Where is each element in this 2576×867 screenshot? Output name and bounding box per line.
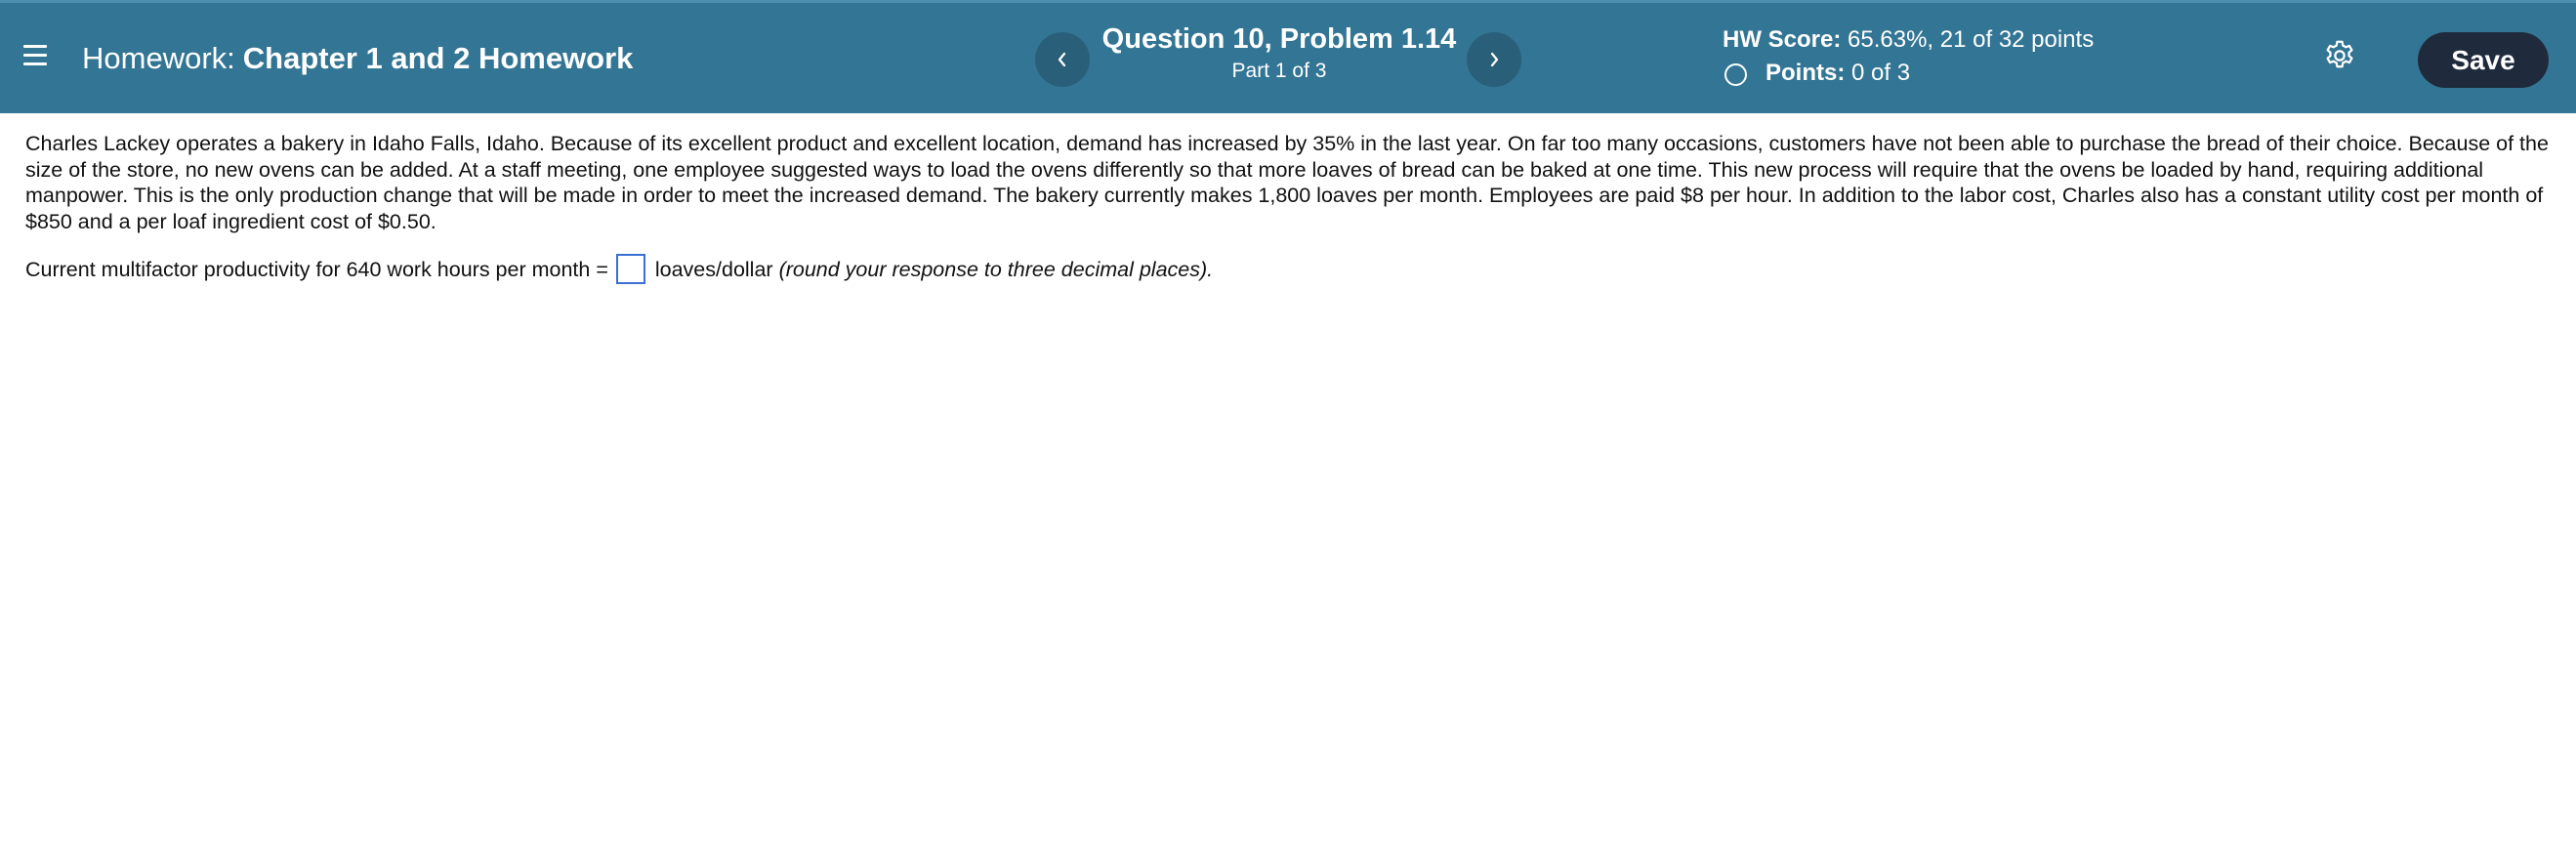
circle-outline-icon [1724,63,1747,86]
question-part: Part 1 of 3 [1231,60,1327,82]
hw-score-value: 65.63%, 21 of 32 points [1848,26,2095,53]
previous-question-button[interactable] [1035,32,1090,87]
gear-icon [2326,40,2353,68]
points-value: 0 of 3 [1851,60,1911,86]
answer-line: Current multifactor productivity for 640… [25,253,2564,286]
hw-score-label: HW Score: [1723,26,1842,53]
save-button[interactable]: Save [2418,32,2549,88]
homework-title: Homework: Chapter 1 and 2 Homework [82,39,633,78]
hw-score-row: HW Score: 65.63%, 21 of 32 points [1723,23,2094,57]
chevron-right-icon [1490,52,1499,67]
answer-hint: (round your response to three decimal pl… [778,258,1214,281]
points-row: Points: 0 of 3 [1723,57,2094,90]
next-question-button[interactable] [1467,32,1521,87]
answer-unit: loaves/dollar [654,258,773,281]
homework-name: Chapter 1 and 2 Homework [242,41,634,75]
points-label: Points: [1766,60,1846,86]
question-title: Question 10, Problem 1.14 [1101,23,1457,55]
question-content: Charles Lackey operates a bakery in Idah… [25,131,2564,286]
question-info: Question 10, Problem 1.14 Part 1 of 3 [1094,21,1465,85]
answer-prefix: Current multifactor productivity for 640… [25,258,608,281]
settings-button[interactable] [2322,38,2357,73]
homework-prefix: Homework: [82,41,235,75]
header-bar: Homework: Chapter 1 and 2 Homework Questi… [0,0,2576,113]
hamburger-menu-icon[interactable] [18,38,53,73]
score-block: HW Score: 65.63%, 21 of 32 points Points… [1723,23,2094,90]
chevron-left-icon [1058,52,1066,67]
problem-statement: Charles Lackey operates a bakery in Idah… [25,132,2549,233]
answer-input[interactable] [615,253,645,284]
